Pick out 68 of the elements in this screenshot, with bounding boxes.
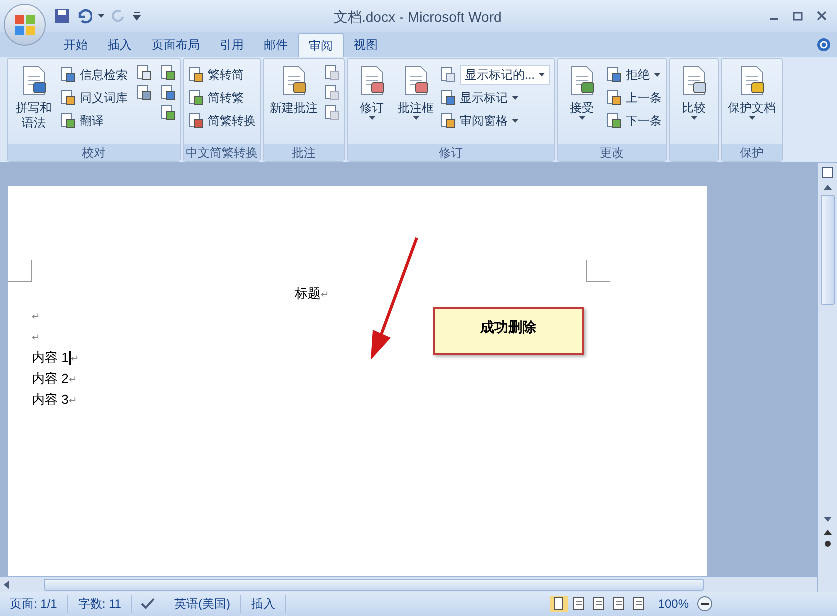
ribbon-small-button[interactable]: 翻译 — [60, 111, 128, 131]
ribbon-large-button[interactable]: 新建批注 — [268, 63, 320, 116]
close-icon[interactable] — [817, 11, 827, 21]
ribbon-large-button[interactable]: 保护文档 — [726, 63, 778, 120]
ribbon-tab[interactable]: 邮件 — [254, 33, 298, 57]
document-line: ↵ — [32, 310, 40, 325]
markup-dropdown[interactable]: 显示标记的... — [460, 65, 550, 85]
ribbon-small-button[interactable]: 同义词库 — [60, 88, 128, 108]
scroll-down-icon[interactable] — [822, 516, 832, 524]
group-label-bar — [670, 144, 718, 161]
zoom-out-icon[interactable] — [697, 596, 713, 612]
document-line: 内容 1↵ — [32, 348, 79, 368]
browse-object-icon[interactable] — [824, 540, 832, 548]
ribbon-tab[interactable]: 视图 — [344, 33, 388, 57]
ribbon-small-button[interactable]: 简转繁 — [188, 88, 256, 108]
document-line: 内容 3↵ — [32, 390, 77, 409]
ribbon-small-button[interactable]: 拒绝 — [606, 65, 662, 85]
ribbon-tab[interactable]: 插入 — [98, 33, 142, 57]
scroll-thumb[interactable] — [820, 195, 834, 305]
status-item[interactable]: 插入 — [241, 595, 286, 613]
ribbon-tab[interactable]: 审阅 — [298, 33, 344, 57]
ribbon-large-button[interactable]: 修订 — [352, 63, 392, 120]
ribbon-large-button[interactable]: 接受 — [562, 63, 602, 120]
ribbon-tab[interactable]: 引用 — [210, 33, 254, 57]
ribbon-tab[interactable]: 页面布局 — [142, 33, 210, 57]
ribbon-tab[interactable]: 开始 — [54, 33, 98, 57]
group-label: 校对 — [82, 144, 106, 162]
ribbon-large-button[interactable]: 比较 — [674, 63, 714, 120]
margin-corner-mark — [586, 260, 610, 282]
ribbon-small-button[interactable]: 简繁转换 — [188, 111, 256, 131]
scroll-thumb[interactable] — [44, 578, 704, 590]
print-layout-icon[interactable] — [550, 596, 568, 612]
ribbon-small-button[interactable]: 繁转简 — [188, 65, 256, 85]
group-label: 批注 — [292, 144, 316, 162]
group-label: 中文简繁转换 — [186, 144, 258, 162]
callout-text: 成功删除 — [480, 318, 536, 337]
save-icon[interactable] — [54, 8, 70, 24]
ribbon-large-button[interactable]: 拼写和语法 — [12, 63, 56, 131]
help-icon[interactable] — [817, 38, 831, 52]
status-item[interactable]: 英语(美国) — [164, 595, 242, 613]
status-item[interactable]: 页面: 1/1 — [0, 595, 68, 613]
window-title: 文档.docx - Microsoft Word — [334, 8, 502, 27]
zoom-level[interactable]: 100% — [658, 595, 689, 613]
group-label: 保护 — [740, 144, 764, 162]
customize-toolbar-icon[interactable] — [133, 11, 141, 21]
office-button[interactable] — [4, 4, 46, 46]
status-item[interactable]: 字数: 11 — [68, 595, 132, 613]
group-label: 更改 — [600, 144, 624, 162]
office-logo-icon — [13, 13, 37, 37]
horizontal-scrollbar[interactable] — [0, 576, 817, 592]
ribbon-small-button[interactable]: 审阅窗格 — [440, 111, 550, 131]
vertical-scrollbar[interactable] — [817, 163, 837, 592]
document-line: ↵ — [32, 332, 40, 346]
ribbon-large-button[interactable]: 批注框 — [396, 63, 436, 120]
undo-icon[interactable] — [76, 8, 92, 24]
proofing-icon[interactable] — [140, 597, 156, 611]
ribbon-small-button[interactable]: 上一条 — [606, 88, 662, 108]
document-heading: 标题↵ — [295, 286, 329, 301]
caret-icon — [98, 14, 105, 18]
group-label: 修订 — [439, 144, 463, 162]
maximize-icon[interactable] — [793, 11, 803, 21]
document-line: 内容 2↵ — [32, 370, 77, 388]
previous-page-icon[interactable] — [822, 528, 832, 536]
ribbon-small-button[interactable]: 信息检索 — [60, 65, 128, 85]
scroll-up-icon[interactable] — [822, 183, 832, 191]
margin-corner-mark — [8, 260, 32, 282]
ribbon-small-button[interactable]: 下一条 — [606, 111, 662, 131]
ribbon-small-button[interactable]: 显示标记 — [440, 88, 550, 108]
